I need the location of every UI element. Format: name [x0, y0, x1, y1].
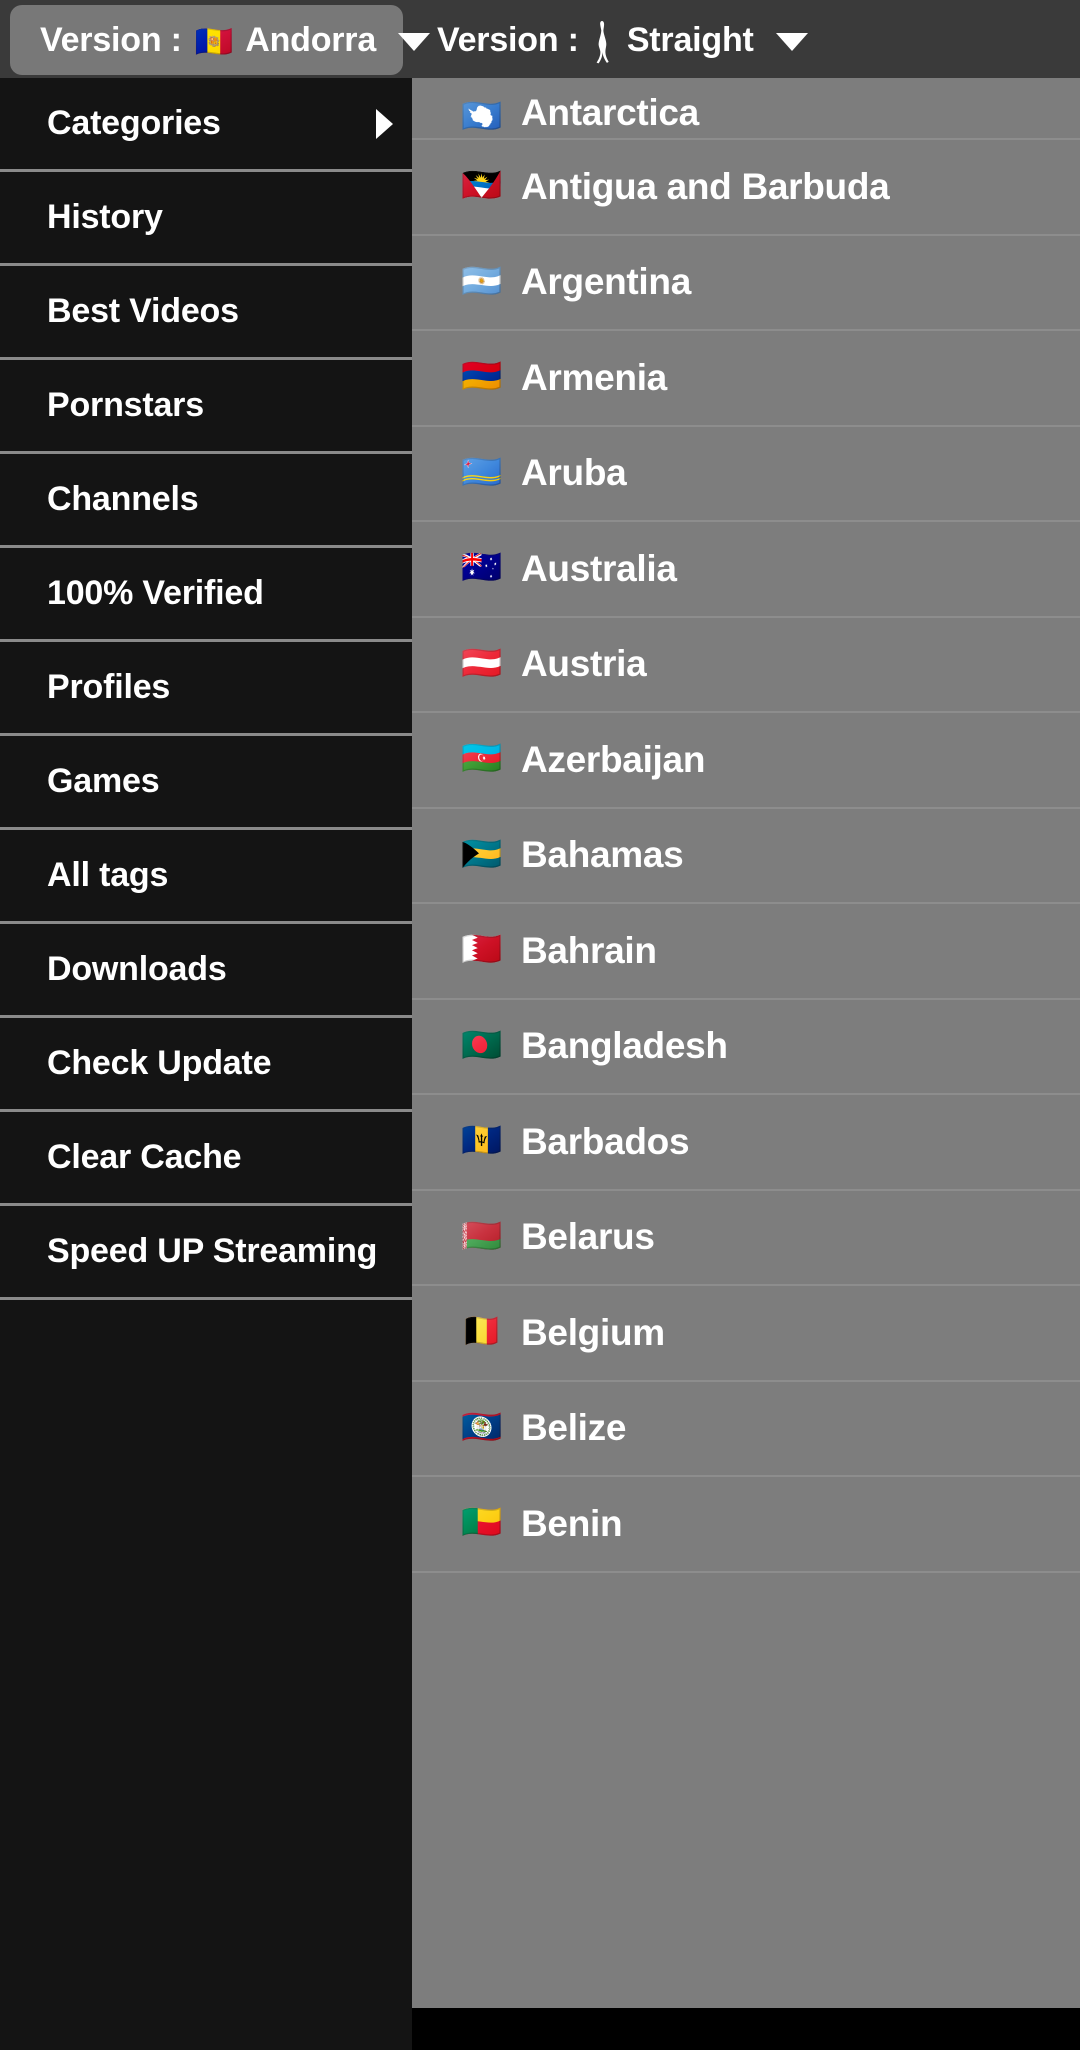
- country-flag-icon: 🇧🇧: [461, 1121, 503, 1159]
- country-row[interactable]: 🇧🇧 Barbados: [412, 1095, 1080, 1191]
- andorra-flag-icon: 🇦🇩: [194, 23, 234, 59]
- sidebar-item-100-verified[interactable]: 100% Verified: [0, 548, 412, 642]
- country-row[interactable]: 🇦🇷 Argentina: [412, 236, 1080, 331]
- sidebar-item-label: All tags: [47, 856, 169, 894]
- version-orientation-dropdown[interactable]: Version : Straight: [403, 5, 822, 75]
- country-name: Argentina: [521, 261, 691, 303]
- panel-bottom-filler: [412, 2008, 1080, 2050]
- chevron-right-icon: [376, 108, 393, 139]
- country-row[interactable]: 🇦🇬 Antigua and Barbuda: [412, 140, 1080, 236]
- version-country-value: Andorra: [245, 20, 377, 59]
- sidebar-item-profiles[interactable]: Profiles: [0, 642, 412, 736]
- sidebar-menu: Categories History Best Videos Pornstars Cha…: [0, 78, 412, 2050]
- country-flag-icon: 🇦🇼: [461, 452, 503, 490]
- country-name: Barbados: [521, 1120, 690, 1162]
- country-row[interactable]: 🇦🇹 Austria: [412, 618, 1080, 713]
- country-name: Australia: [521, 547, 677, 589]
- sidebar-item-label: Speed UP Streaming: [47, 1232, 378, 1270]
- sidebar-item-label: History: [47, 198, 163, 236]
- sidebar-item-games[interactable]: Games: [0, 736, 412, 830]
- version-orientation-label: Version :: [437, 20, 579, 59]
- person-standing-icon: [591, 20, 613, 64]
- sidebar-item-label: Games: [47, 762, 160, 800]
- country-row[interactable]: 🇧🇸 Bahamas: [412, 809, 1080, 904]
- sidebar-item-history[interactable]: History: [0, 172, 412, 266]
- country-name: Belgium: [521, 1311, 665, 1353]
- country-name: Azerbaijan: [521, 738, 706, 780]
- sidebar-item-best-videos[interactable]: Best Videos: [0, 266, 412, 360]
- country-name: Bangladesh: [521, 1025, 728, 1067]
- sidebar-item-categories[interactable]: Categories: [0, 78, 412, 172]
- sidebar-item-channels[interactable]: Channels: [0, 454, 412, 548]
- country-flag-icon: 🇦🇷: [461, 261, 503, 299]
- country-flag-icon: 🇦🇹: [461, 643, 503, 681]
- sidebar-item-label: Profiles: [47, 668, 171, 706]
- country-row[interactable]: 🇦🇲 Armenia: [412, 331, 1080, 427]
- country-row[interactable]: 🇧🇯 Benin: [412, 1477, 1080, 1573]
- sidebar-bottom-filler: [0, 2008, 412, 2050]
- country-row[interactable]: 🇦🇼 Aruba: [412, 427, 1080, 522]
- sidebar-item-label: Clear Cache: [47, 1138, 242, 1176]
- sidebar-item-speed-up-streaming[interactable]: Speed UP Streaming: [0, 1206, 412, 1300]
- country-name: Austria: [521, 643, 647, 685]
- country-name: Bahrain: [521, 929, 657, 971]
- country-name: Benin: [521, 1502, 623, 1544]
- sidebar-item-label: Pornstars: [47, 386, 204, 424]
- country-row[interactable]: 🇦🇶 Antarctica: [412, 78, 1080, 140]
- country-name: Antigua and Barbuda: [521, 165, 890, 207]
- sidebar-item-label: 100% Verified: [47, 574, 264, 612]
- country-row[interactable]: 🇧🇿 Belize: [412, 1382, 1080, 1477]
- country-name: Bahamas: [521, 834, 684, 876]
- chevron-down-icon: [775, 33, 808, 51]
- sidebar-item-label: Channels: [47, 480, 199, 518]
- sidebar-item-label: Downloads: [47, 950, 227, 988]
- country-flag-icon: 🇧🇪: [461, 1312, 503, 1350]
- sidebar-item-check-update[interactable]: Check Update: [0, 1018, 412, 1112]
- sidebar-item-clear-cache[interactable]: Clear Cache: [0, 1112, 412, 1206]
- sidebar-item-label: Categories: [47, 104, 221, 142]
- country-flag-icon: 🇧🇿: [461, 1407, 503, 1445]
- sidebar-item-pornstars[interactable]: Pornstars: [0, 360, 412, 454]
- top-header-bar: Version : 🇦🇩 Andorra Version : Straight: [0, 0, 1080, 78]
- country-row[interactable]: 🇦🇺 Australia: [412, 522, 1080, 618]
- country-flag-icon: 🇦🇿: [461, 739, 503, 777]
- country-row[interactable]: 🇦🇿 Azerbaijan: [412, 713, 1080, 809]
- country-flag-icon: 🇧🇸: [461, 834, 503, 872]
- country-list-panel[interactable]: 🇦🇶 Antarctica 🇦🇬 Antigua and Barbuda 🇦🇷 Argen…: [412, 78, 1080, 2008]
- country-row[interactable]: 🇧🇪 Belgium: [412, 1286, 1080, 1382]
- country-flag-icon: 🇧🇾: [461, 1216, 503, 1254]
- country-flag-icon: 🇧🇩: [461, 1025, 503, 1063]
- sidebar-item-label: Check Update: [47, 1044, 272, 1082]
- country-name: Belarus: [521, 1216, 655, 1258]
- version-country-dropdown[interactable]: Version : 🇦🇩 Andorra: [10, 5, 431, 75]
- country-flag-icon: 🇧🇭: [461, 930, 503, 968]
- version-orientation-value: Straight: [626, 20, 754, 59]
- country-flag-icon: 🇦🇲: [461, 357, 503, 395]
- chevron-down-icon: [398, 33, 431, 51]
- country-flag-icon: 🇦🇬: [461, 166, 503, 204]
- country-name: Aruba: [521, 452, 627, 494]
- country-name: Armenia: [521, 356, 667, 398]
- country-flag-icon: 🇦🇺: [461, 548, 503, 586]
- country-name: Antarctica: [521, 92, 699, 133]
- sidebar-item-all-tags[interactable]: All tags: [0, 830, 412, 924]
- sidebar-item-downloads[interactable]: Downloads: [0, 924, 412, 1018]
- version-country-label: Version :: [40, 20, 182, 59]
- country-row[interactable]: 🇧🇭 Bahrain: [412, 904, 1080, 1000]
- country-flag-icon: 🇦🇶: [461, 97, 503, 134]
- sidebar-item-label: Best Videos: [47, 292, 239, 330]
- country-row[interactable]: 🇧🇾 Belarus: [412, 1191, 1080, 1286]
- app-root: Version : 🇦🇩 Andorra Version : Straight …: [0, 0, 1080, 2050]
- country-row[interactable]: 🇧🇩 Bangladesh: [412, 1000, 1080, 1095]
- country-name: Belize: [521, 1407, 627, 1449]
- country-flag-icon: 🇧🇯: [461, 1503, 503, 1541]
